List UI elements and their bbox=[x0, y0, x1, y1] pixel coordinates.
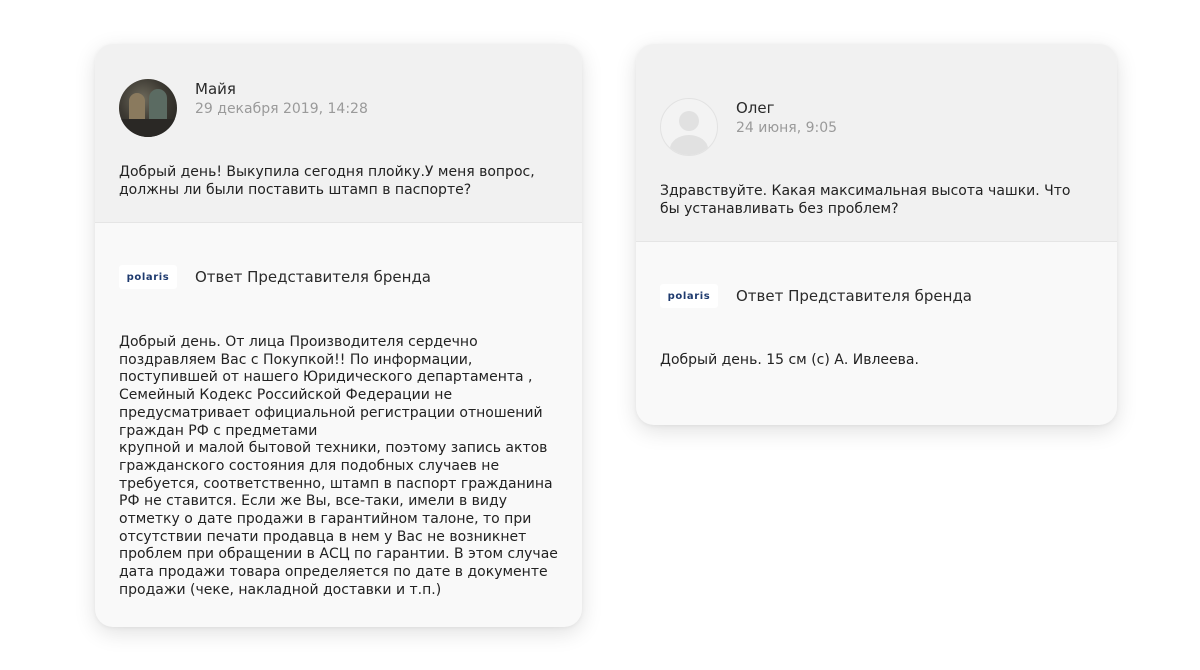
review-date: 24 июня, 9:05 bbox=[736, 120, 838, 136]
brand-logo-text: polaris bbox=[667, 290, 711, 302]
default-user-icon[interactable] bbox=[660, 98, 718, 156]
question-section: Олег 24 июня, 9:05 Здравствуйте. Какая м… bbox=[636, 44, 1117, 242]
review-card: Олег 24 июня, 9:05 Здравствуйте. Какая м… bbox=[636, 44, 1117, 425]
brand-logo-text: polaris bbox=[126, 271, 170, 283]
review-date: 29 декабря 2019, 14:28 bbox=[195, 101, 368, 117]
brand-logo: polaris bbox=[660, 284, 718, 308]
author-name[interactable]: Олег bbox=[736, 99, 775, 117]
user-avatar[interactable] bbox=[119, 79, 177, 137]
brand-answer-label: Ответ Представителя бренда bbox=[736, 287, 973, 305]
brand-logo: polaris bbox=[119, 265, 177, 289]
question-section: Майя 29 декабря 2019, 14:28 Добрый день!… bbox=[95, 44, 582, 223]
answer-text: Добрый день. 15 см (с) А. Ивлеева. bbox=[660, 352, 919, 368]
answer-text: Добрый день. От лица Производителя серде… bbox=[119, 334, 558, 598]
author-name[interactable]: Майя bbox=[195, 80, 236, 98]
question-text: Добрый день! Выкупила сегодня плойку.У м… bbox=[119, 164, 535, 198]
brand-answer-label: Ответ Представителя бренда bbox=[195, 268, 432, 286]
question-text: Здравствуйте. Какая максимальная высота … bbox=[660, 183, 1071, 217]
review-card: Майя 29 декабря 2019, 14:28 Добрый день!… bbox=[95, 44, 582, 627]
